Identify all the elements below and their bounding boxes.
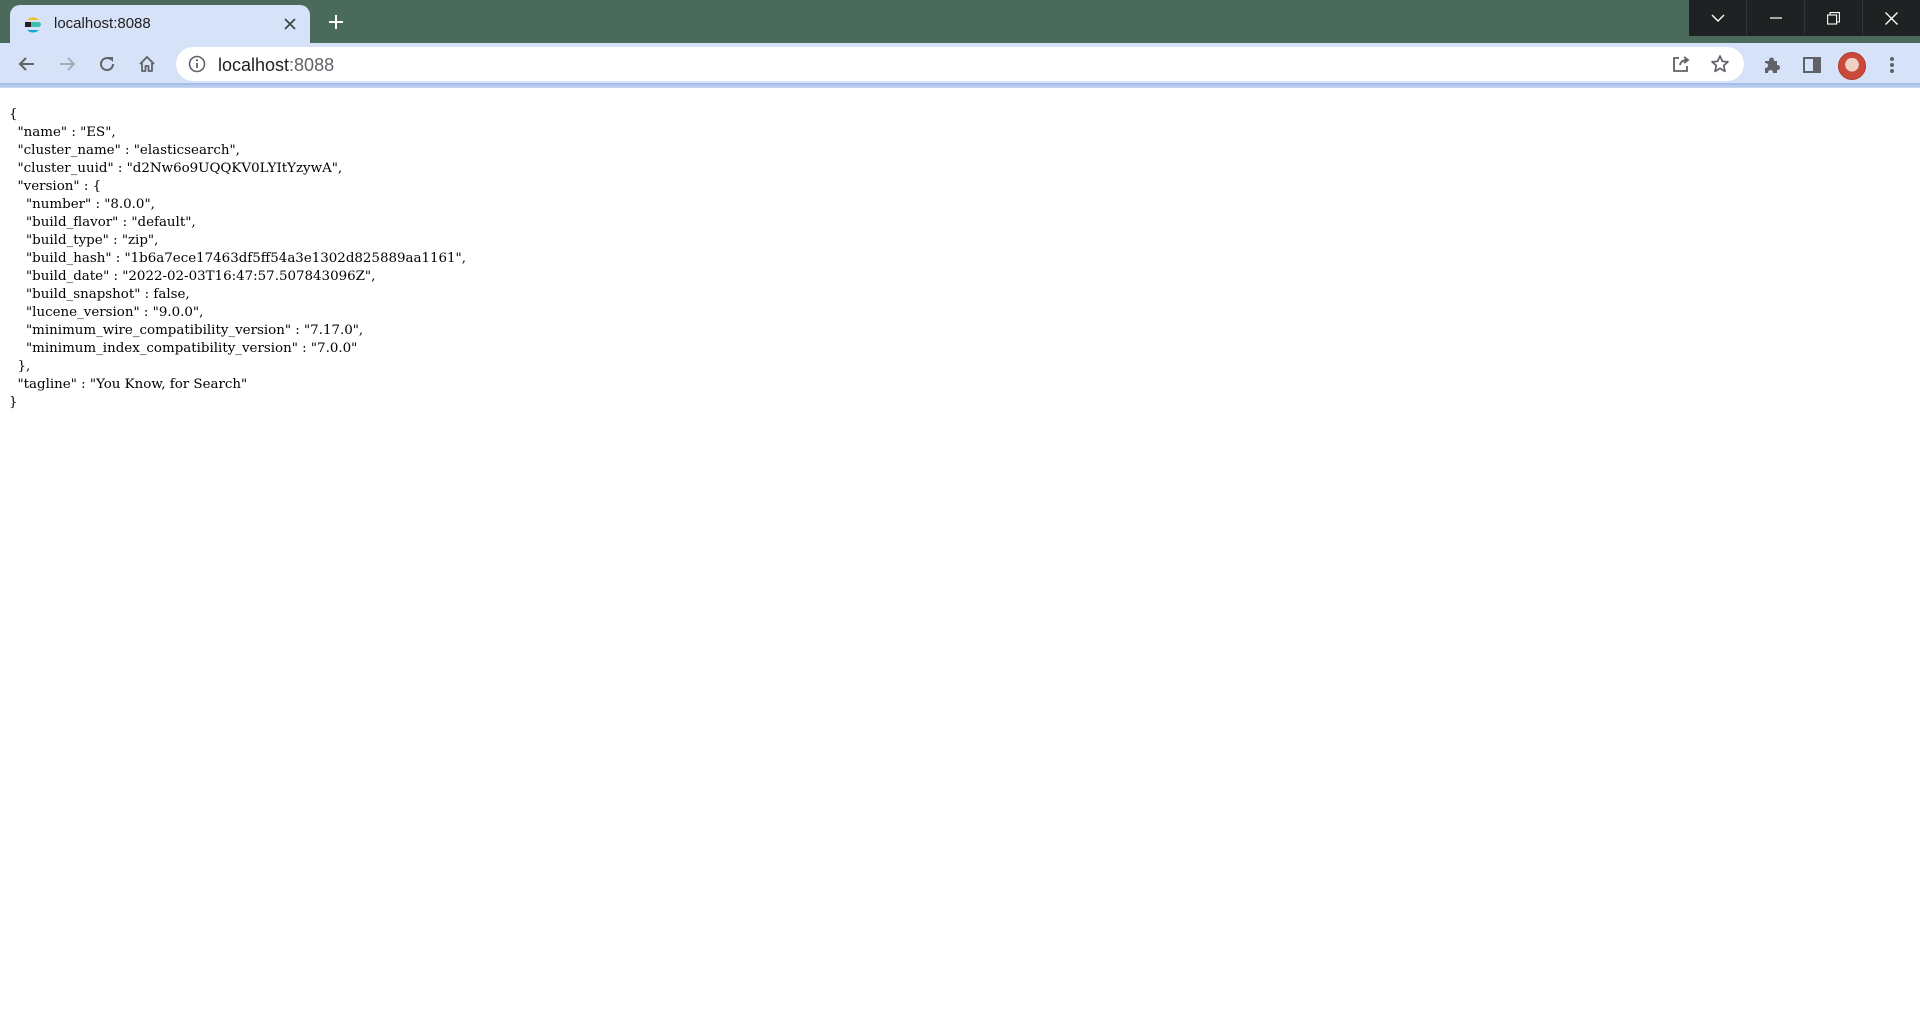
json-line: "build_flavor" : "default", [9,215,196,230]
info-icon[interactable] [188,55,206,73]
json-response: { "name" : "ES", "cluster_name" : "elast… [9,106,466,412]
avatar[interactable] [1838,52,1866,80]
json-line: "build_hash" : "1b6a7ece17463df5ff54a3e1… [9,251,466,266]
chevron-down-icon [1711,14,1724,22]
json-line: "cluster_uuid" : "d2Nw6o9UQQKV0LYItYzywA… [9,161,343,176]
minimize-button[interactable] [1746,0,1804,36]
reload-icon [100,57,115,72]
page-viewport: { "name" : "ES", "cluster_name" : "elast… [0,88,1920,1030]
side-panel-icon[interactable] [1800,53,1824,77]
json-line: "build_date" : "2022-02-03T16:47:57.5078… [9,269,376,284]
elasticsearch-logo-icon [24,16,42,34]
close-icon [1885,11,1898,25]
json-line: "minimum_index_compatibility_version" : … [9,341,358,356]
star-icon[interactable] [1709,53,1731,75]
tab-title: localhost:8088 [54,15,151,32]
tab-close-icon[interactable] [280,14,300,34]
share-icon[interactable] [1670,53,1692,75]
new-tab-button[interactable] [322,9,350,35]
url-host: localhost [218,55,290,75]
url-port: :8088 [289,55,335,75]
puzzle-icon[interactable] [1760,53,1784,77]
tab-search-button[interactable] [1689,0,1746,36]
json-line: "version" : { [9,179,102,194]
json-line: "number" : "8.0.0", [9,197,155,212]
arrow-right-icon [60,57,76,71]
browser-titlebar: localhost:8088 [0,0,1920,43]
address-bar[interactable]: localhost:8088 [176,47,1744,81]
json-line: { [9,107,18,122]
back-button[interactable] [12,49,42,79]
home-icon [139,56,155,72]
kebab-menu-icon[interactable] [1880,53,1904,77]
json-line: "tagline" : "You Know, for Search" [9,377,248,392]
plus-icon [329,15,343,29]
json-line: "cluster_name" : "elasticsearch", [9,143,240,158]
json-line: }, [9,359,31,374]
reload-button[interactable] [92,49,122,79]
arrow-left-icon [18,57,34,71]
json-line: "lucene_version" : "9.0.0", [9,305,204,320]
json-line: "name" : "ES", [9,125,116,140]
restore-button[interactable] [1804,0,1862,36]
window-controls [1689,0,1920,36]
json-line: "minimum_wire_compatibility_version" : "… [9,323,364,338]
json-line: "build_type" : "zip", [9,233,159,248]
json-line: } [9,395,18,410]
minimize-icon [1769,17,1782,19]
browser-tab[interactable]: localhost:8088 [10,5,310,43]
url-text[interactable]: localhost:8088 [218,55,334,76]
restore-icon [1827,11,1840,25]
json-line: "build_snapshot" : false, [9,287,190,302]
close-window-button[interactable] [1862,0,1920,36]
forward-button[interactable] [52,49,82,79]
browser-toolbar: localhost:8088 [0,43,1920,87]
home-button[interactable] [132,49,162,79]
